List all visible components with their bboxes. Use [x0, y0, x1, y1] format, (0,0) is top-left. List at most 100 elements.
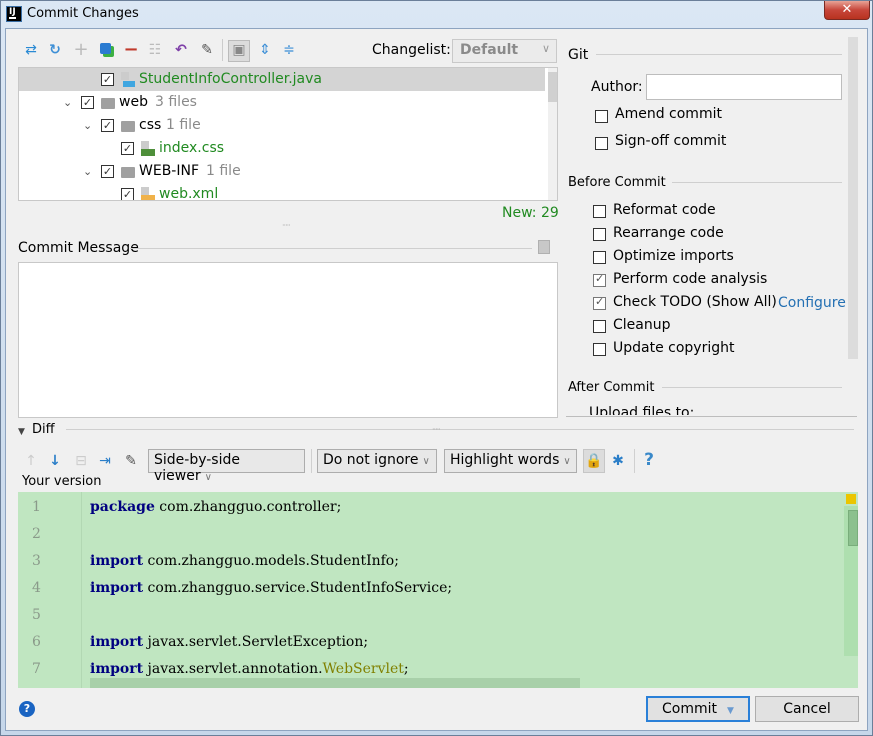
checkbox[interactable]: ✓ — [101, 73, 114, 86]
splitter-handle[interactable]: ····· — [282, 221, 291, 230]
analysis-status-marker[interactable] — [846, 494, 856, 504]
divider — [130, 248, 532, 249]
ignore-whitespace-select[interactable]: Do not ignore ∨ — [317, 449, 437, 473]
update-copyright-checkbox[interactable] — [593, 343, 606, 356]
chevron-down-icon: ∨ — [541, 42, 550, 55]
rollback-icon[interactable]: ↶ — [172, 41, 190, 59]
add-icon[interactable]: + — [72, 41, 90, 59]
intellij-icon: IJ — [6, 6, 22, 22]
splitter-handle[interactable]: ····· — [432, 425, 441, 434]
rearrange-code-label: Rearrange code — [613, 225, 724, 241]
rearrange-code-checkbox[interactable] — [593, 228, 606, 241]
divider — [672, 182, 842, 183]
line-number: 3 — [32, 553, 41, 569]
commit-message-input[interactable] — [18, 262, 558, 418]
configure-todo-link[interactable]: Configure — [778, 295, 846, 311]
checkbox[interactable]: ✓ — [101, 165, 114, 178]
code-line: 4 import com.zhangguo.service.StudentInf… — [18, 575, 838, 602]
tree-row-index-css[interactable]: ✓ index.css — [19, 137, 545, 160]
reformat-code-label: Reformat code — [613, 202, 716, 218]
changelist-value: Default — [460, 42, 519, 58]
checkbox[interactable]: ✓ — [121, 188, 134, 200]
commit-button[interactable]: Commit ▼ — [646, 696, 750, 722]
edit-source-icon[interactable]: ✎ — [198, 41, 216, 59]
viewer-mode-select[interactable]: Side-by-side viewer ∨ — [148, 449, 305, 484]
optimize-imports-label: Optimize imports — [613, 248, 734, 264]
cleanup-checkbox[interactable] — [593, 320, 606, 333]
tree-row-web-inf[interactable]: ⌄ ✓ WEB-INF 1 file — [19, 160, 545, 183]
tree-row-web-xml[interactable]: ✓ web.xml — [19, 183, 545, 201]
commit-label: Commit — [662, 701, 718, 717]
remove-icon[interactable]: − — [122, 41, 140, 59]
help-icon[interactable]: ? — [640, 451, 658, 469]
line-number: 5 — [32, 607, 41, 623]
highlight-mode-value: Highlight words — [450, 452, 560, 468]
move-to-changelist-icon[interactable] — [96, 41, 114, 59]
scrollbar-thumb[interactable] — [548, 72, 557, 102]
collapse-all-icon[interactable]: ≑ — [280, 41, 298, 59]
commit-message-label: Commit Message — [18, 240, 139, 256]
cleanup-label: Cleanup — [613, 317, 671, 333]
chevron-down-icon[interactable]: ⌄ — [83, 114, 92, 137]
expand-all-icon[interactable]: ⇕ — [256, 41, 274, 59]
folder-name: web — [119, 94, 148, 110]
editor-scrollbar-thumb[interactable] — [848, 510, 858, 546]
settings-gear-icon[interactable]: ✱ — [609, 452, 627, 470]
perform-code-analysis-checkbox[interactable] — [593, 272, 606, 287]
chevron-down-icon[interactable]: ▼ — [727, 706, 734, 716]
chevron-down-icon: ∨ — [422, 456, 430, 467]
new-files-count: New: 29 — [502, 205, 559, 221]
chevron-down-icon[interactable]: ⌄ — [83, 160, 92, 183]
commit-changes-window: IJ Commit Changes ✕ ⇄ ↻ + − ☷ ↶ ✎ ▣ ⇕ ≑ … — [0, 0, 873, 736]
file-name: web.xml — [159, 186, 219, 201]
highlight-mode-select[interactable]: Highlight words ∨ — [444, 449, 577, 473]
code-text: package com.zhangguo.controller; — [90, 499, 342, 515]
commit-history-icon[interactable] — [538, 240, 550, 254]
viewer-mode-value: Side-by-side viewer — [154, 452, 240, 484]
previous-change-icon[interactable]: ↑ — [22, 452, 40, 470]
author-input[interactable] — [646, 74, 842, 100]
chevron-down-icon[interactable]: ⌄ — [63, 91, 72, 114]
diff-editor[interactable]: 1 package com.zhangguo.controller; 2 3 i… — [18, 492, 858, 688]
checkbox[interactable]: ✓ — [101, 119, 114, 132]
apply-change-icon[interactable]: ⇥ — [96, 452, 114, 470]
lock-icon[interactable]: 🔒 — [583, 449, 605, 473]
help-button[interactable]: ? — [19, 701, 35, 717]
css-file-icon — [141, 141, 155, 156]
revert-change-icon[interactable]: ⊟ — [72, 452, 90, 470]
before-commit-section-label: Before Commit — [568, 175, 666, 190]
file-count: 1 file — [166, 117, 201, 133]
check-todo-label: Check TODO (Show All) — [613, 294, 777, 310]
tree-scrollbar[interactable] — [548, 68, 557, 200]
check-todo-checkbox[interactable] — [593, 295, 606, 310]
optimize-imports-checkbox[interactable] — [593, 251, 606, 264]
file-name: StudentInfoController.java — [139, 71, 322, 87]
update-copyright-label: Update copyright — [613, 340, 735, 356]
checkbox[interactable]: ✓ — [121, 142, 134, 155]
group-by-directory-icon[interactable]: ▣ — [228, 40, 250, 62]
show-diff-icon[interactable]: ⇄ — [22, 41, 40, 59]
cancel-button[interactable]: Cancel — [755, 696, 859, 722]
next-change-icon[interactable]: ↓ — [46, 452, 64, 470]
line-number: 4 — [32, 580, 41, 596]
group-icon[interactable]: ☷ — [146, 41, 164, 59]
collapse-diff-icon[interactable]: ▼ — [18, 427, 25, 437]
options-scrollbar[interactable] — [848, 37, 858, 359]
tree-row-web[interactable]: ⌄ ✓ web 3 files — [19, 91, 545, 114]
close-button[interactable]: ✕ — [824, 1, 870, 20]
divider — [66, 429, 854, 430]
amend-commit-checkbox[interactable] — [595, 110, 608, 123]
refresh-icon[interactable]: ↻ — [46, 41, 64, 59]
tree-row-css[interactable]: ⌄ ✓ css 1 file — [19, 114, 545, 137]
tree-row-studentinfocontroller[interactable]: ✓ StudentInfoController.java — [19, 68, 545, 91]
changes-tree: ✓ StudentInfoController.java ⌄ ✓ web 3 f… — [18, 67, 558, 201]
dialog-content: ⇄ ↻ + − ☷ ↶ ✎ ▣ ⇕ ≑ Changelist: Default … — [5, 28, 868, 731]
checkbox[interactable]: ✓ — [81, 96, 94, 109]
sign-off-commit-checkbox[interactable] — [595, 137, 608, 150]
changelist-select[interactable]: Default ∨ — [452, 39, 557, 63]
edit-source-icon[interactable]: ✎ — [122, 452, 140, 470]
folder-name: WEB-INF — [139, 163, 199, 179]
divider — [662, 387, 842, 388]
after-commit-section-label: After Commit — [568, 380, 655, 395]
reformat-code-checkbox[interactable] — [593, 205, 606, 218]
